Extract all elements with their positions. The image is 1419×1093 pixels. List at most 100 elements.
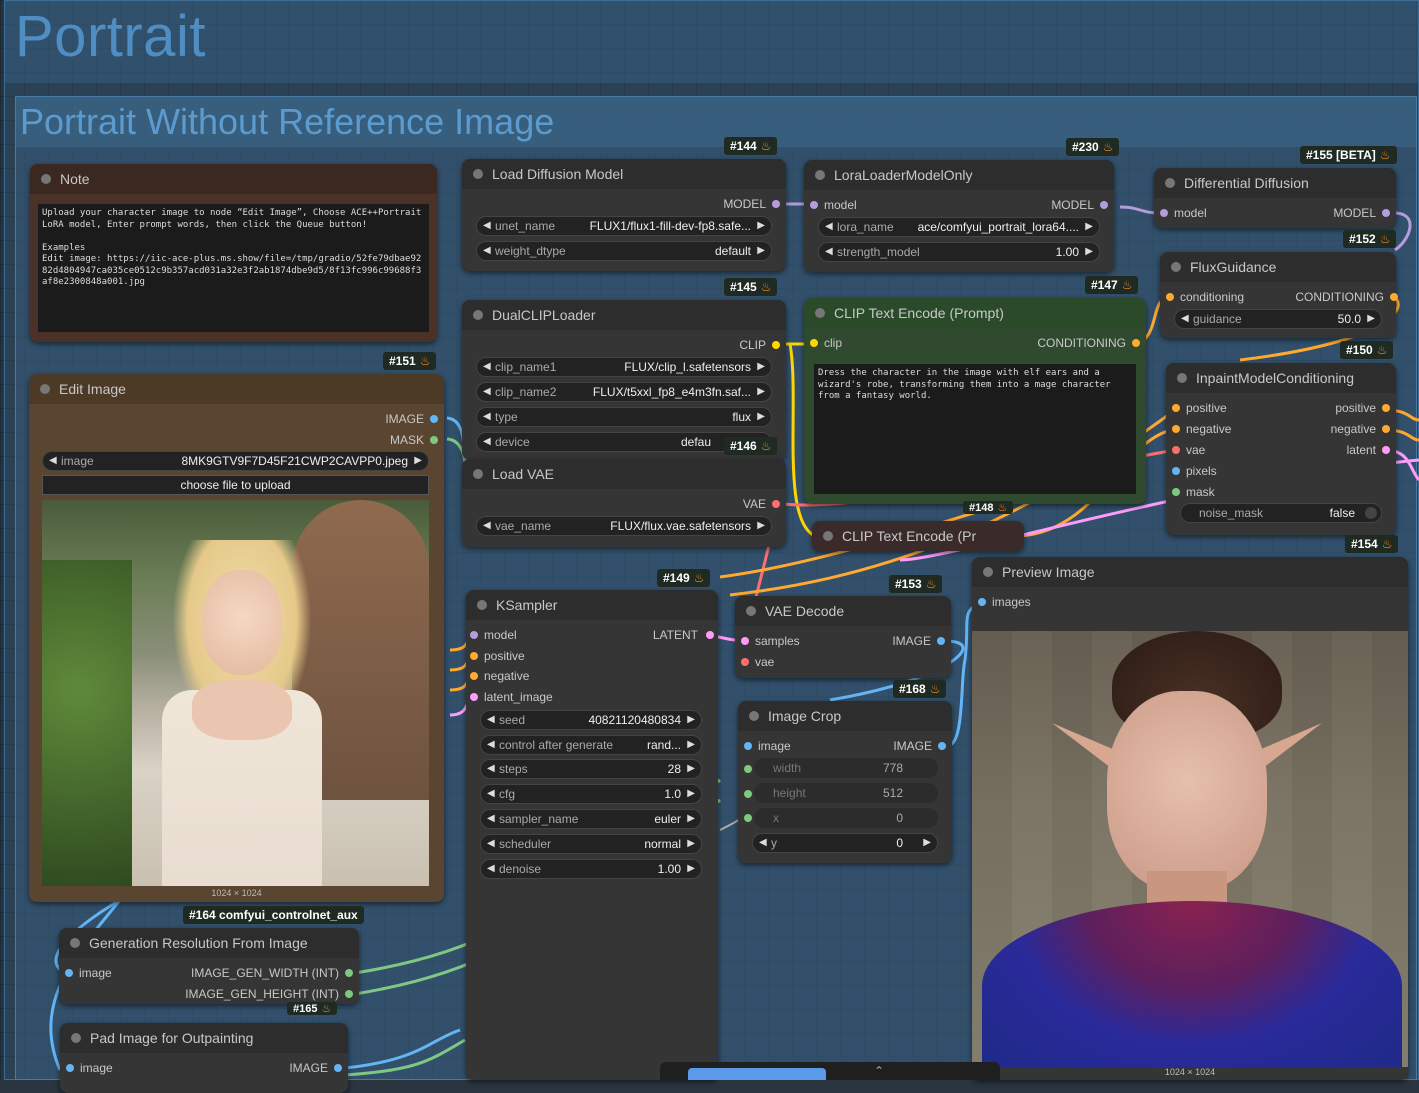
arrow-left-icon[interactable]: ◀ — [487, 810, 495, 828]
input-image-slot[interactable] — [744, 742, 752, 750]
preview-image-node[interactable]: Preview Image images 1024 × 1024 — [972, 557, 1408, 1080]
image-combo[interactable]: ◀ image 8MK9GTV9F7D45F21CWP2CAVPP0.jpeg ▶ — [42, 451, 429, 471]
arrow-right-icon[interactable]: ▶ — [757, 408, 765, 426]
arrow-right-icon[interactable]: ▶ — [687, 736, 695, 754]
arrow-left-icon[interactable]: ◀ — [487, 785, 495, 803]
arrow-left-icon[interactable]: ◀ — [487, 860, 495, 878]
arrow-right-icon[interactable]: ▶ — [757, 358, 765, 376]
ksampler-node[interactable]: KSampler model positive negative latent_… — [466, 590, 718, 1080]
arrow-left-icon[interactable]: ◀ — [49, 452, 57, 470]
input-pixels-slot[interactable] — [1172, 467, 1180, 475]
arrow-left-icon[interactable]: ◀ — [483, 433, 491, 451]
output-model-slot[interactable] — [1382, 209, 1390, 217]
inpaint-model-conditioning-node[interactable]: InpaintModelConditioning positive negati… — [1166, 363, 1396, 535]
arrow-right-icon[interactable]: ▶ — [757, 242, 765, 260]
arrow-left-icon[interactable]: ◀ — [487, 835, 495, 853]
dual-clip-loader-node[interactable]: DualCLIPLoader CLIP ◀ clip_name1 FLUX/clip… — [462, 300, 786, 460]
output-width-slot[interactable] — [345, 969, 353, 977]
differential-diffusion-node[interactable]: Differential Diffusion model MODEL — [1154, 168, 1396, 228]
arrow-right-icon[interactable]: ▶ — [757, 383, 765, 401]
arrow-left-icon[interactable]: ◀ — [487, 736, 495, 754]
clip-name1-combo[interactable]: ◀ clip_name1 FLUX/clip_l.safetensors ▶ — [476, 357, 772, 377]
noise-mask-toggle[interactable]: noise_mask false — [1180, 503, 1382, 523]
prompt-textarea[interactable]: Dress the character in the image with el… — [814, 364, 1136, 494]
output-latent-slot[interactable] — [706, 631, 714, 639]
input-model-slot[interactable] — [1160, 209, 1168, 217]
steps-number[interactable]: ◀ steps 28 ▶ — [480, 759, 702, 779]
arrow-left-icon[interactable]: ◀ — [483, 358, 491, 376]
collapse-dot-icon[interactable] — [40, 384, 50, 394]
collapse-dot-icon[interactable] — [983, 567, 993, 577]
arrow-right-icon[interactable]: ▶ — [687, 711, 695, 729]
arrow-left-icon[interactable]: ◀ — [483, 217, 491, 235]
strength-model-number[interactable]: ◀ strength_model 1.00 ▶ — [818, 242, 1100, 262]
input-images-slot[interactable] — [978, 598, 986, 606]
arrow-left-icon[interactable]: ◀ — [1181, 310, 1189, 328]
arrow-left-icon[interactable]: ◀ — [825, 218, 833, 236]
lora-loader-node[interactable]: LoraLoaderModelOnly model MODEL ◀ lora_na… — [804, 160, 1114, 272]
input-height-slot[interactable] — [744, 790, 752, 798]
arrow-right-icon[interactable]: ▶ — [1085, 243, 1093, 261]
arrow-right-icon[interactable]: ▶ — [687, 810, 695, 828]
arrow-right-icon[interactable]: ▶ — [687, 760, 695, 778]
weight-dtype-combo[interactable]: ◀ weight_dtype default ▶ — [476, 241, 772, 261]
collapse-dot-icon[interactable] — [473, 469, 483, 479]
arrow-right-icon[interactable]: ▶ — [923, 834, 931, 852]
output-image-slot[interactable] — [430, 415, 438, 423]
clip-text-encode-node[interactable]: CLIP Text Encode (Prompt) clip CONDITION… — [804, 298, 1146, 504]
input-negative-slot[interactable] — [470, 672, 478, 680]
control-after-generate-combo[interactable]: ◀ control after generate rand... ▶ — [480, 735, 702, 755]
arrow-left-icon[interactable]: ◀ — [483, 408, 491, 426]
collapse-dot-icon[interactable] — [1165, 178, 1175, 188]
input-clip-slot[interactable] — [810, 339, 818, 347]
seed-number[interactable]: ◀ seed 40821120480834 ▶ — [480, 710, 702, 730]
vae-name-combo[interactable]: ◀ vae_name FLUX/flux.vae.safetensors ▶ — [476, 516, 772, 536]
denoise-number[interactable]: ◀ denoise 1.00 ▶ — [480, 859, 702, 879]
collapse-dot-icon[interactable] — [1171, 262, 1181, 272]
output-image-slot[interactable] — [938, 742, 946, 750]
note-text[interactable]: Upload your character image to node “Edi… — [38, 204, 429, 332]
x-number[interactable]: x0 — [754, 808, 938, 828]
output-positive-slot[interactable] — [1382, 404, 1390, 412]
lora-name-combo[interactable]: ◀ lora_name ace/comfyui_portrait_lora64...… — [818, 217, 1100, 237]
generation-resolution-node[interactable]: Generation Resolution From Image image I… — [59, 928, 359, 1004]
input-samples-slot[interactable] — [741, 637, 749, 645]
collapse-dot-icon[interactable] — [815, 308, 825, 318]
clip-text-encode-collapsed-node[interactable]: CLIP Text Encode (Pr — [812, 521, 1024, 551]
input-vae-slot[interactable] — [741, 658, 749, 666]
arrow-right-icon[interactable]: ▶ — [414, 452, 422, 470]
sampler-name-combo[interactable]: ◀ sampler_name euler ▶ — [480, 809, 702, 829]
arrow-left-icon[interactable]: ◀ — [483, 242, 491, 260]
collapse-dot-icon[interactable] — [823, 531, 833, 541]
arrow-left-icon[interactable]: ◀ — [825, 243, 833, 261]
clip-name2-combo[interactable]: ◀ clip_name2 FLUX/t5xxl_fp8_e4m3fn.saf... ▶ — [476, 382, 772, 402]
input-image-slot[interactable] — [66, 1064, 74, 1072]
arrow-right-icon[interactable]: ▶ — [757, 217, 765, 235]
output-image-slot[interactable] — [334, 1064, 342, 1072]
input-positive-slot[interactable] — [1172, 404, 1180, 412]
output-image-slot[interactable] — [937, 637, 945, 645]
input-x-slot[interactable] — [744, 814, 752, 822]
load-vae-node[interactable]: Load VAE VAE ◀ vae_name FLUX/flux.vae.safe… — [462, 459, 786, 547]
bottom-toolbar[interactable]: ⌃ — [660, 1062, 1000, 1080]
output-conditioning-slot[interactable] — [1390, 293, 1398, 301]
toggle-knob-icon[interactable] — [1365, 507, 1377, 519]
arrow-right-icon[interactable]: ▶ — [687, 785, 695, 803]
collapse-dot-icon[interactable] — [477, 600, 487, 610]
arrow-right-icon[interactable]: ▶ — [687, 860, 695, 878]
arrow-right-icon[interactable]: ▶ — [1367, 310, 1375, 328]
collapse-dot-icon[interactable] — [815, 170, 825, 180]
chevron-up-icon[interactable]: ⌃ — [874, 1064, 884, 1078]
input-latent-image-slot[interactable] — [470, 693, 478, 701]
y-number[interactable]: ◀ y 0 ▶ — [752, 833, 938, 853]
scheduler-combo[interactable]: ◀ scheduler normal ▶ — [480, 834, 702, 854]
vae-decode-node[interactable]: VAE Decode samples vae IMAGE — [735, 596, 951, 678]
arrow-right-icon[interactable]: ▶ — [1085, 218, 1093, 236]
output-latent-slot[interactable] — [1382, 446, 1390, 454]
output-model-slot[interactable] — [1100, 201, 1108, 209]
collapse-dot-icon[interactable] — [70, 938, 80, 948]
arrow-left-icon[interactable]: ◀ — [483, 383, 491, 401]
edit-image-node[interactable]: Edit Image IMAGE MASK ◀ image 8MK9GTV9F7D4… — [29, 374, 444, 902]
collapse-dot-icon[interactable] — [1177, 373, 1187, 383]
arrow-left-icon[interactable]: ◀ — [487, 760, 495, 778]
